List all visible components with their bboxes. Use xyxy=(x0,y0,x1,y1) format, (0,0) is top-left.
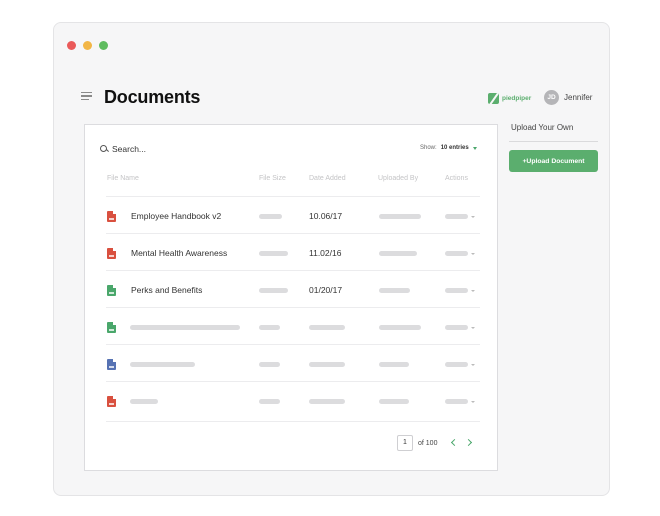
column-header-file-size[interactable]: File Size xyxy=(259,175,286,182)
file-red-icon xyxy=(107,396,116,407)
chevron-down-icon xyxy=(471,327,475,329)
file-red-icon xyxy=(107,248,116,259)
file-blue-icon xyxy=(107,359,116,370)
chevron-down-icon xyxy=(472,146,477,150)
uploaded-by-placeholder xyxy=(379,251,417,256)
file-green-icon xyxy=(107,285,116,296)
page-number-input[interactable]: 1 xyxy=(397,435,413,451)
file-size-placeholder xyxy=(259,362,280,367)
chevron-down-icon xyxy=(471,253,475,255)
table-row[interactable] xyxy=(106,307,480,344)
column-header-file-name[interactable]: File Name xyxy=(107,175,139,182)
show-label: Show: xyxy=(420,145,437,151)
file-name-placeholder xyxy=(130,399,158,404)
actions-dropdown[interactable] xyxy=(445,214,468,219)
table-row[interactable]: Perks and Benefits 01/20/17 xyxy=(106,270,480,307)
table-divider xyxy=(106,421,480,422)
actions-dropdown[interactable] xyxy=(445,399,468,404)
close-window-icon[interactable] xyxy=(67,41,76,50)
show-value[interactable]: 10 entries xyxy=(441,145,469,151)
column-header-uploaded-by[interactable]: Uploaded By xyxy=(378,175,418,182)
page-title: Documents xyxy=(104,87,201,107)
actions-dropdown[interactable] xyxy=(445,288,468,293)
chevron-down-icon xyxy=(471,364,475,366)
search-box[interactable] xyxy=(100,144,222,154)
column-header-date-added[interactable]: Date Added xyxy=(309,175,346,182)
file-name-placeholder xyxy=(130,325,240,330)
uploaded-by-placeholder xyxy=(379,399,409,404)
chevron-down-icon xyxy=(471,401,475,403)
column-header-actions: Actions xyxy=(445,175,468,182)
chevron-down-icon xyxy=(471,216,475,218)
search-input[interactable] xyxy=(112,144,222,154)
upload-section-title: Upload Your Own xyxy=(511,123,574,132)
actions-dropdown[interactable] xyxy=(445,251,468,256)
minimize-window-icon[interactable] xyxy=(83,41,92,50)
uploaded-by-placeholder xyxy=(379,214,421,219)
chevron-down-icon xyxy=(471,290,475,292)
brand-logo: piedpiper xyxy=(488,93,531,104)
table-row[interactable] xyxy=(106,344,480,381)
page-count: of 100 xyxy=(418,440,438,447)
file-size-placeholder xyxy=(259,214,282,219)
file-name[interactable]: Employee Handbook v2 xyxy=(131,211,221,221)
file-size-placeholder xyxy=(259,288,288,293)
file-name[interactable]: Perks and Benefits xyxy=(131,285,202,295)
uploaded-by-placeholder xyxy=(379,362,409,367)
documents-panel: Show: 10 entries File Name File Size Dat… xyxy=(84,124,498,471)
file-date: 10.06/17 xyxy=(309,211,343,221)
upload-document-button[interactable]: +Upload Document xyxy=(509,150,598,172)
search-icon xyxy=(100,145,108,153)
user-name[interactable]: Jennifer xyxy=(564,93,592,102)
table-row[interactable]: Mental Health Awareness 11.02/16 xyxy=(106,233,480,270)
file-red-icon xyxy=(107,211,116,222)
upload-divider xyxy=(509,141,598,142)
app-window: Documents piedpiper JD Jennifer Show: 10… xyxy=(53,22,610,496)
file-date: 11.02/16 xyxy=(309,248,342,258)
file-size-placeholder xyxy=(259,251,288,256)
actions-dropdown[interactable] xyxy=(445,325,468,330)
actions-dropdown[interactable] xyxy=(445,362,468,367)
file-name[interactable]: Mental Health Awareness xyxy=(131,248,227,258)
menu-icon[interactable] xyxy=(81,92,92,101)
chevron-right-icon[interactable] xyxy=(464,438,473,447)
maximize-window-icon[interactable] xyxy=(99,41,108,50)
chevron-left-icon[interactable] xyxy=(450,438,459,447)
date-placeholder xyxy=(309,362,345,367)
file-green-icon xyxy=(107,322,116,333)
brand-mark-icon xyxy=(488,93,499,104)
table-row[interactable]: Employee Handbook v2 10.06/17 xyxy=(106,196,480,233)
file-name-placeholder xyxy=(130,362,195,367)
brand-name: piedpiper xyxy=(502,95,532,102)
date-placeholder xyxy=(309,399,345,404)
table-row[interactable] xyxy=(106,381,480,418)
entries-select[interactable]: Show: 10 entries xyxy=(420,145,477,151)
avatar[interactable]: JD xyxy=(544,90,559,105)
file-date: 01/20/17 xyxy=(309,285,343,295)
file-size-placeholder xyxy=(259,399,280,404)
uploaded-by-placeholder xyxy=(379,325,421,330)
file-size-placeholder xyxy=(259,325,280,330)
uploaded-by-placeholder xyxy=(379,288,410,293)
date-placeholder xyxy=(309,325,345,330)
